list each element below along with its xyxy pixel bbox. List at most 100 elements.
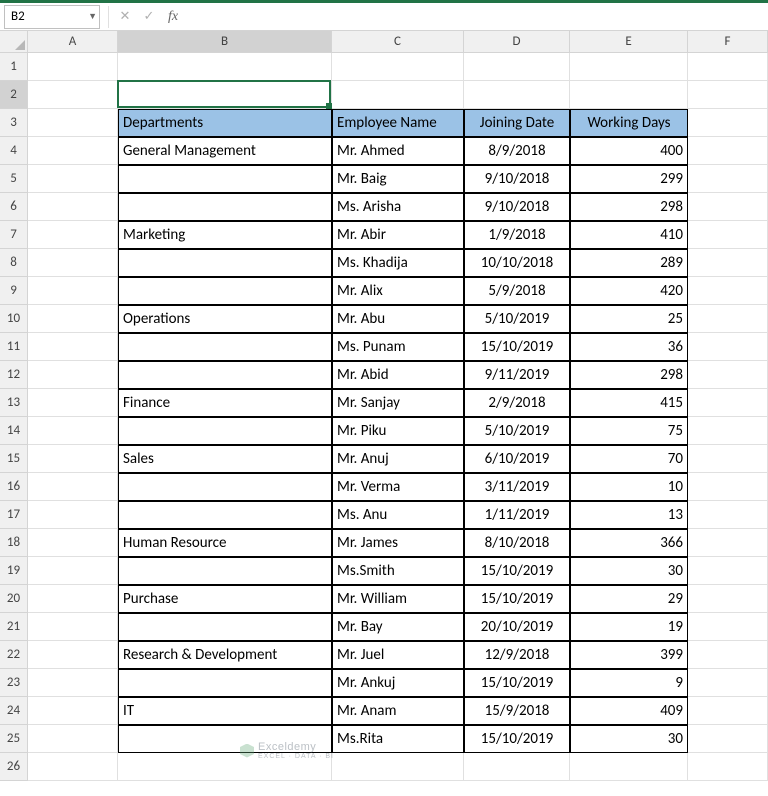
cell-D14[interactable]: 5/10/2019 [464,417,570,445]
cell-B11[interactable] [118,333,332,361]
cell-D8[interactable]: 10/10/2018 [464,249,570,277]
cell-C7[interactable]: Mr. Abir [332,221,464,249]
cell-F6[interactable] [688,193,768,221]
row-header-3[interactable]: 3 [0,109,28,137]
cell-D15[interactable]: 6/10/2019 [464,445,570,473]
cell-E18[interactable]: 366 [570,529,688,557]
cell-B19[interactable] [118,557,332,585]
cell-D20[interactable]: 15/10/2019 [464,585,570,613]
cell-D10[interactable]: 5/10/2019 [464,305,570,333]
cell-D2[interactable] [464,81,570,109]
cell-B1[interactable] [118,53,332,81]
row-header-9[interactable]: 9 [0,277,28,305]
cell-A18[interactable] [28,529,118,557]
cell-B22[interactable]: Research & Development [118,641,332,669]
cell-D5[interactable]: 9/10/2018 [464,165,570,193]
column-header-D[interactable]: D [464,31,570,53]
cell-F7[interactable] [688,221,768,249]
cell-B8[interactable] [118,249,332,277]
cell-E12[interactable]: 298 [570,361,688,389]
cell-A24[interactable] [28,697,118,725]
cell-B5[interactable] [118,165,332,193]
cell-F18[interactable] [688,529,768,557]
cell-D19[interactable]: 15/10/2019 [464,557,570,585]
cell-B20[interactable]: Purchase [118,585,332,613]
cell-E14[interactable]: 75 [570,417,688,445]
cell-D12[interactable]: 9/11/2019 [464,361,570,389]
cell-A14[interactable] [28,417,118,445]
cell-D17[interactable]: 1/11/2019 [464,501,570,529]
column-header-A[interactable]: A [28,31,118,53]
cell-F4[interactable] [688,137,768,165]
cell-A13[interactable] [28,389,118,417]
cell-C22[interactable]: Mr. Juel [332,641,464,669]
cell-A1[interactable] [28,53,118,81]
cell-A23[interactable] [28,669,118,697]
row-header-4[interactable]: 4 [0,137,28,165]
cell-D16[interactable]: 3/11/2019 [464,473,570,501]
cell-F23[interactable] [688,669,768,697]
cell-A22[interactable] [28,641,118,669]
row-header-16[interactable]: 16 [0,473,28,501]
cell-C12[interactable]: Mr. Abid [332,361,464,389]
cell-B6[interactable] [118,193,332,221]
cell-F24[interactable] [688,697,768,725]
cell-F11[interactable] [688,333,768,361]
cell-F16[interactable] [688,473,768,501]
cell-C16[interactable]: Mr. Verma [332,473,464,501]
cell-A26[interactable] [28,753,118,781]
cell-C10[interactable]: Mr. Abu [332,305,464,333]
cell-A11[interactable] [28,333,118,361]
fx-icon[interactable]: fx [161,9,185,25]
row-header-7[interactable]: 7 [0,221,28,249]
cell-F26[interactable] [688,753,768,781]
cell-E9[interactable]: 420 [570,277,688,305]
row-header-24[interactable]: 24 [0,697,28,725]
cell-F13[interactable] [688,389,768,417]
cell-F12[interactable] [688,361,768,389]
cell-C24[interactable]: Mr. Anam [332,697,464,725]
cell-E16[interactable]: 10 [570,473,688,501]
cell-B2[interactable] [118,81,332,109]
cell-E22[interactable]: 399 [570,641,688,669]
cell-A4[interactable] [28,137,118,165]
cell-D24[interactable]: 15/9/2018 [464,697,570,725]
cell-B17[interactable] [118,501,332,529]
cell-C3[interactable]: Employee Name [332,109,464,137]
cell-B24[interactable]: IT [118,697,332,725]
cell-F17[interactable] [688,501,768,529]
select-all-button[interactable] [0,31,28,53]
cell-A20[interactable] [28,585,118,613]
cell-C20[interactable]: Mr. William [332,585,464,613]
name-box[interactable]: B2 ▼ [4,5,100,29]
cell-B7[interactable]: Marketing [118,221,332,249]
column-header-B[interactable]: B [118,31,332,53]
cell-D3[interactable]: Joining Date [464,109,570,137]
confirm-icon[interactable]: ✓ [137,9,161,24]
row-header-12[interactable]: 12 [0,361,28,389]
cell-E26[interactable] [570,753,688,781]
cell-C11[interactable]: Ms. Punam [332,333,464,361]
row-header-25[interactable]: 25 [0,725,28,753]
cell-E20[interactable]: 29 [570,585,688,613]
cancel-icon[interactable]: ✕ [113,9,137,24]
row-header-23[interactable]: 23 [0,669,28,697]
cell-D1[interactable] [464,53,570,81]
cell-E4[interactable]: 400 [570,137,688,165]
cell-C23[interactable]: Mr. Ankuj [332,669,464,697]
row-header-20[interactable]: 20 [0,585,28,613]
cell-B23[interactable] [118,669,332,697]
cell-B21[interactable] [118,613,332,641]
cell-D6[interactable]: 9/10/2018 [464,193,570,221]
cell-A15[interactable] [28,445,118,473]
cell-D7[interactable]: 1/9/2018 [464,221,570,249]
cell-B14[interactable] [118,417,332,445]
cell-A10[interactable] [28,305,118,333]
cell-C1[interactable] [332,53,464,81]
cell-C8[interactable]: Ms. Khadija [332,249,464,277]
cell-A7[interactable] [28,221,118,249]
cell-D25[interactable]: 15/10/2019 [464,725,570,753]
row-header-5[interactable]: 5 [0,165,28,193]
column-header-F[interactable]: F [688,31,768,53]
cell-C26[interactable] [332,753,464,781]
